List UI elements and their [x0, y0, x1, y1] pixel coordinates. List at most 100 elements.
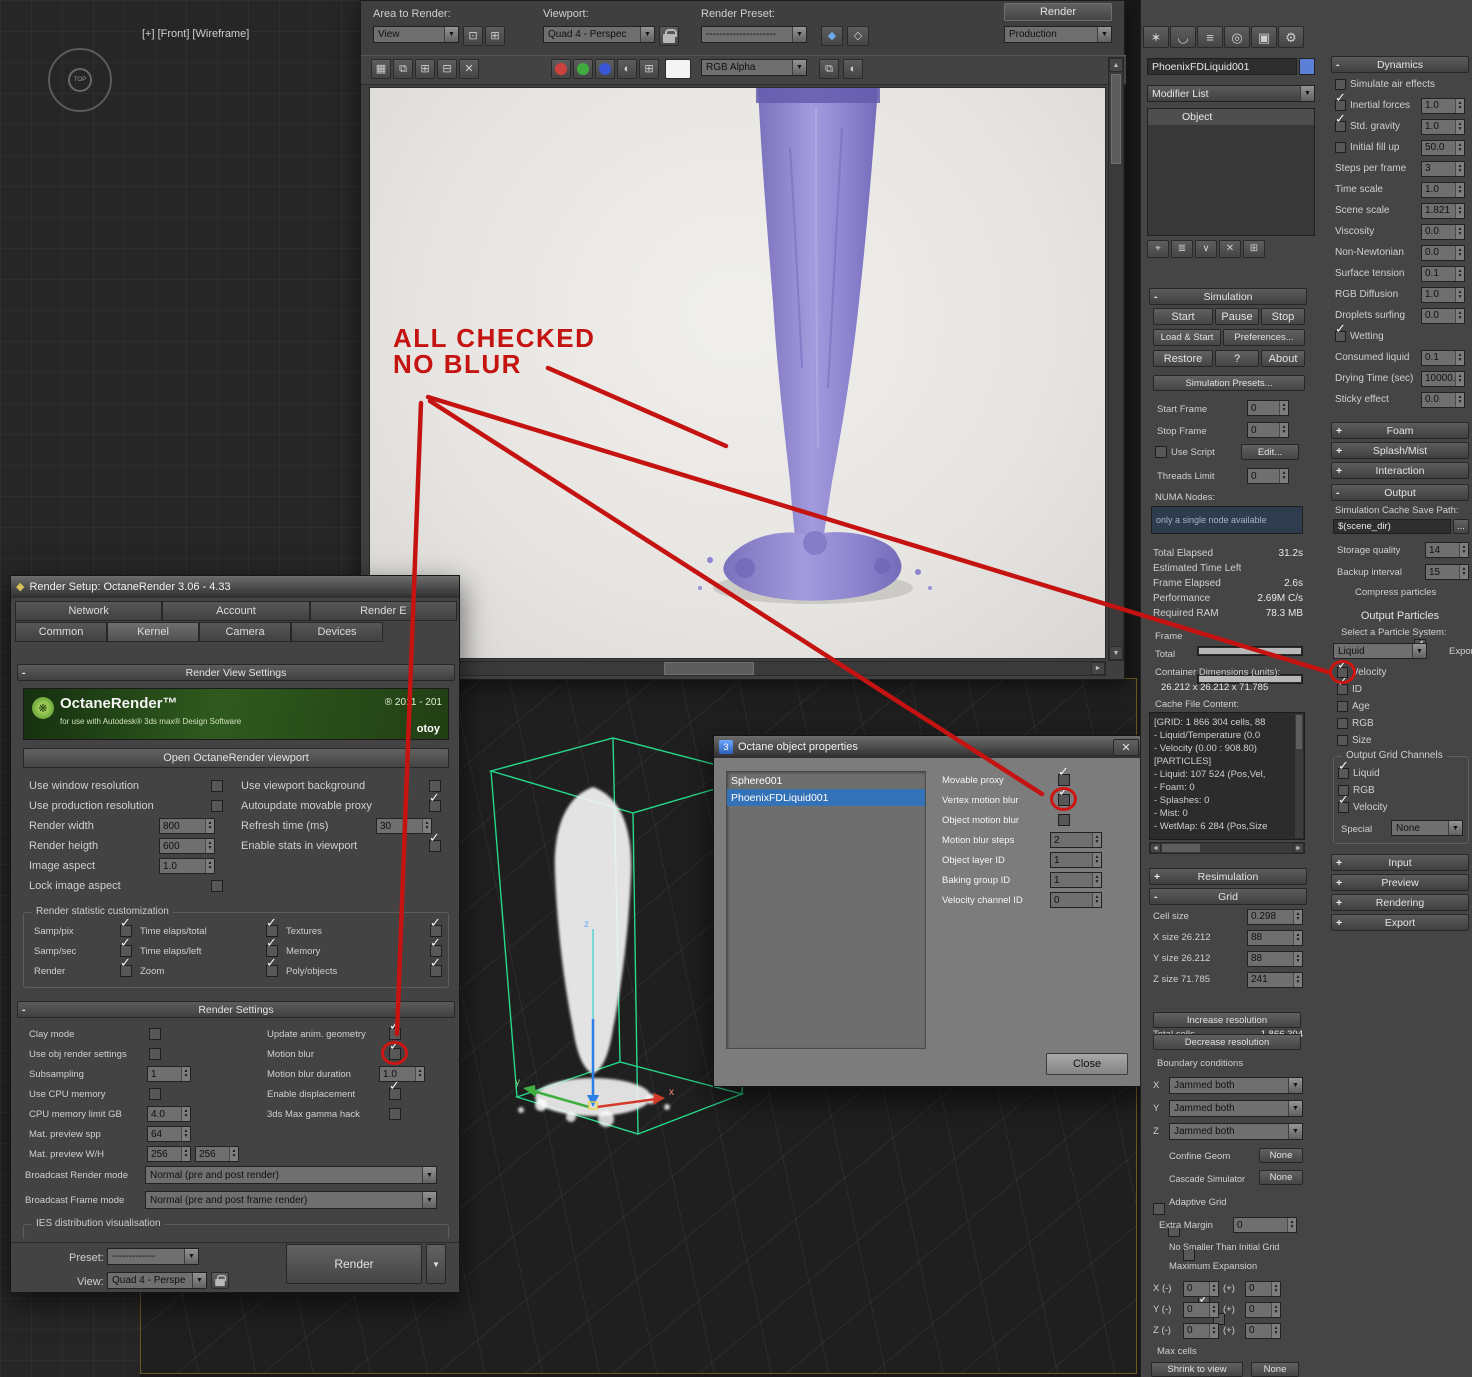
dynamics-spinner[interactable]: 0.1 ▲ ▼ [1421, 265, 1465, 282]
grid-spinner[interactable]: 0.298 ▲ ▼ [1247, 908, 1303, 925]
vertical-scrollbar[interactable]: ▲ ▼ [1108, 57, 1124, 661]
alpha-channel-button[interactable]: ⊞ [639, 59, 659, 79]
expansion-spinner-neg[interactable]: 0 ▲ ▼ [1183, 1322, 1219, 1339]
render-dropdown-button[interactable]: ▼ [426, 1244, 446, 1284]
toggle-ui-icon[interactable]: ◐ [843, 59, 863, 79]
dynamics-spinner[interactable]: 1.0 ▲ ▼ [1421, 97, 1465, 114]
tab[interactable]: Common [15, 622, 107, 642]
special-select[interactable]: None ▼ [1391, 820, 1463, 836]
lock-viewport-button[interactable] [659, 26, 679, 46]
property-spinner[interactable]: 1 ▲ ▼ [1050, 852, 1102, 868]
confine-geom-button[interactable]: None [1259, 1148, 1303, 1163]
setting-checkbox[interactable] [389, 1048, 401, 1060]
render-canvas[interactable] [369, 87, 1106, 659]
stack-tool-icon[interactable]: ∨ [1195, 240, 1217, 258]
open-octane-viewport-button[interactable]: Open OctaneRender viewport [23, 748, 449, 768]
rollout-collapsed[interactable]: + Preview [1331, 874, 1469, 891]
restore-button[interactable]: Restore [1153, 350, 1213, 367]
horizontal-scrollbar[interactable]: ◄ ► [369, 661, 1106, 676]
setting-checkbox[interactable] [149, 1048, 161, 1060]
grid-spinner[interactable]: 88 ▲ ▼ [1247, 950, 1303, 967]
option-spinner[interactable]: 30 ▲ ▼ [376, 818, 432, 834]
expansion-spinner-pos[interactable]: 0 ▲ ▼ [1245, 1301, 1281, 1318]
panel-tab-icon[interactable]: ◎ [1224, 26, 1250, 48]
numa-nodes-field[interactable]: only a single node available [1151, 506, 1303, 534]
shrink-to-view-button[interactable]: Shrink to view [1151, 1362, 1243, 1377]
viewport-select[interactable]: Quad 4 - Perspec ▼ [543, 26, 655, 43]
render-setup-titlebar[interactable]: ◆ Render Setup: OctaneRender 3.06 - 4.33 [11, 576, 459, 598]
broadcast-render-select[interactable]: Normal (pre and post render) ▼ [145, 1166, 437, 1184]
increase-resolution-button[interactable]: Increase resolution [1153, 1012, 1301, 1028]
dynamics-spinner[interactable]: 50.0 ▲ ▼ [1421, 139, 1465, 156]
rollout-dynamics[interactable]: - Dynamics [1331, 56, 1469, 73]
setting-spinner-2[interactable]: 256 ▲ ▼ [195, 1146, 239, 1162]
option-checkbox[interactable] [429, 840, 441, 852]
stack-tool-icon[interactable]: ⊞ [1243, 240, 1265, 258]
region-crop-icon[interactable]: ⊞ [485, 26, 505, 46]
modifier-stack[interactable]: Object [1147, 108, 1315, 236]
stat-checkbox[interactable] [120, 965, 132, 977]
modifier-list-select[interactable]: Modifier List ▼ [1147, 85, 1315, 102]
cascade-simulator-button[interactable]: None [1259, 1170, 1303, 1185]
option-spinner[interactable]: 800 ▲ ▼ [159, 818, 215, 834]
red-channel-button[interactable] [551, 59, 571, 79]
channel-checkbox[interactable] [1337, 700, 1348, 712]
load-start-button[interactable]: Load & Start [1153, 329, 1221, 346]
render-dialog-button[interactable]: Render [286, 1244, 422, 1284]
object-color-swatch[interactable] [1299, 58, 1315, 75]
dynamics-spinner[interactable]: 10000.0▲▼ [1421, 370, 1465, 387]
channel-checkbox[interactable] [1337, 717, 1348, 729]
setting-spinner[interactable]: 1 ▲ ▼ [147, 1066, 191, 1082]
setting-spinner[interactable]: 64 ▲ ▼ [147, 1126, 191, 1142]
browse-button[interactable]: ... [1453, 519, 1469, 534]
render-button[interactable]: Render [1004, 3, 1112, 21]
property-spinner[interactable]: 0 ▲ ▼ [1050, 892, 1102, 908]
production-mode-select[interactable]: Production ▼ [1004, 26, 1112, 43]
view-gizmo[interactable]: TOP [48, 48, 112, 112]
setting-checkbox[interactable] [149, 1088, 161, 1100]
dynamics-checkbox[interactable] [1335, 141, 1346, 153]
dynamics-checkbox[interactable] [1335, 99, 1346, 111]
storage-quality-spinner[interactable]: 14 ▲ ▼ [1425, 542, 1469, 558]
tab[interactable]: Account [162, 601, 310, 621]
grid-spinner[interactable]: 88 ▲ ▼ [1247, 929, 1303, 946]
use-script-checkbox[interactable] [1155, 446, 1167, 458]
scrollbar-thumb[interactable] [664, 662, 754, 675]
render-settings-icon[interactable]: ◇ [847, 26, 869, 46]
region-select-icon[interactable]: ⊡ [463, 26, 483, 46]
expansion-spinner-neg[interactable]: 0 ▲ ▼ [1183, 1301, 1219, 1318]
help-button[interactable]: ? [1215, 350, 1259, 367]
preset-select[interactable]: ------------- ▼ [107, 1248, 199, 1265]
expansion-spinner-neg[interactable]: 0 ▲ ▼ [1183, 1280, 1219, 1297]
boundary-select[interactable]: Jammed both ▼ [1169, 1077, 1303, 1094]
scrollbar-thumb[interactable] [1162, 844, 1200, 852]
setting-spinner[interactable]: 4.0 ▲ ▼ [147, 1106, 191, 1122]
list-item[interactable]: Sphere001 [727, 772, 925, 789]
layer-compare-icon[interactable]: ⧉ [819, 59, 839, 79]
threads-limit-spinner[interactable]: 0 ▲ ▼ [1247, 468, 1289, 484]
option-spinner[interactable]: 600 ▲ ▼ [159, 838, 215, 854]
scrollbar-thumb[interactable] [1111, 74, 1121, 164]
setting-checkbox[interactable] [389, 1088, 401, 1100]
rollout-grid[interactable]: - Grid [1149, 888, 1307, 905]
stop-frame-spinner[interactable]: 0 ▲ ▼ [1247, 422, 1289, 438]
dynamics-spinner[interactable]: 1.821 ▲ ▼ [1421, 202, 1465, 219]
dynamics-spinner[interactable]: 1.0 ▲ ▼ [1421, 286, 1465, 303]
octane-dialog-titlebar[interactable]: 3 Octane object properties ✕ [714, 736, 1144, 758]
stack-item-object[interactable]: Object [1148, 109, 1314, 125]
panel-tab-icon[interactable]: ◡ [1170, 26, 1196, 48]
rollout-collapsed[interactable]: + Foam [1331, 422, 1469, 439]
rollout-render-settings[interactable]: - Render Settings [17, 1001, 455, 1018]
expansion-spinner-pos[interactable]: 0 ▲ ▼ [1245, 1322, 1281, 1339]
property-checkbox[interactable] [1058, 794, 1070, 806]
expansion-spinner-pos[interactable]: 0 ▲ ▼ [1245, 1280, 1281, 1297]
clone-window-icon[interactable]: ⊞ [415, 59, 435, 79]
render-preset-select[interactable]: --------------------- ▼ [701, 26, 807, 43]
lock-view-button[interactable] [211, 1272, 229, 1289]
stack-tool-icon[interactable]: ✕ [1219, 240, 1241, 258]
setting-spinner[interactable]: 256 ▲ ▼ [147, 1146, 191, 1162]
mono-channel-button[interactable]: ◐ [617, 59, 637, 79]
channel-display-select[interactable]: RGB Alpha ▼ [701, 59, 807, 76]
dynamics-spinner[interactable]: 1.0 ▲ ▼ [1421, 118, 1465, 135]
print-image-icon[interactable]: ⊟ [437, 59, 457, 79]
